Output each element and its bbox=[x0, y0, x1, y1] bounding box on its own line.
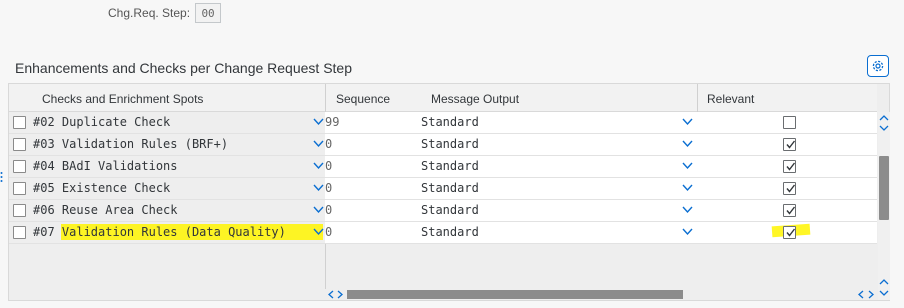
sequence-field[interactable]: 0 bbox=[325, 222, 418, 243]
spot-value: #04 BAdI Validations bbox=[33, 159, 178, 173]
relevant-cell bbox=[698, 178, 877, 199]
table-row[interactable]: #06 Reuse Area Check 0 Standard bbox=[9, 200, 877, 222]
message-output-select[interactable]: Standard bbox=[418, 156, 698, 177]
chevron-down-icon bbox=[313, 184, 324, 192]
vertical-scroll-thumb[interactable] bbox=[879, 156, 889, 220]
column-header-spots[interactable]: Checks and Enrichment Spots bbox=[42, 92, 203, 106]
change-request-step-label: Chg.Req. Step: bbox=[108, 6, 191, 20]
enhancements-table: Checks and Enrichment Spots Sequence Mes… bbox=[8, 83, 890, 301]
chevron-right-icon[interactable] bbox=[336, 290, 344, 299]
chevron-up-icon[interactable] bbox=[879, 114, 889, 122]
sequence-field[interactable]: 99 bbox=[325, 112, 418, 133]
message-output-value: Standard bbox=[421, 137, 479, 151]
relevant-checkbox[interactable] bbox=[783, 116, 796, 129]
message-output-value: Standard bbox=[421, 159, 479, 173]
spot-select[interactable]: #07 Validation Rules (Data Quality) bbox=[31, 222, 327, 243]
table-settings-button[interactable] bbox=[867, 55, 889, 77]
message-output-select[interactable]: Standard bbox=[418, 200, 698, 221]
relevant-cell bbox=[698, 156, 877, 177]
checkmark-icon bbox=[786, 184, 796, 193]
message-output-select[interactable]: Standard bbox=[418, 134, 698, 155]
sequence-field[interactable]: 0 bbox=[325, 178, 418, 199]
table-row[interactable]: #07 Validation Rules (Data Quality) 0 St… bbox=[9, 222, 877, 244]
message-output-select[interactable]: Standard bbox=[418, 178, 698, 199]
chevron-down-icon bbox=[313, 140, 324, 148]
chevron-down-icon bbox=[682, 118, 693, 126]
relevant-checkbox[interactable] bbox=[783, 182, 796, 195]
message-output-value: Standard bbox=[421, 181, 479, 195]
spot-value: #02 Duplicate Check bbox=[33, 115, 171, 129]
relevant-cell bbox=[698, 134, 877, 155]
chevron-left-icon[interactable] bbox=[857, 290, 865, 299]
sequence-field[interactable]: 0 bbox=[325, 200, 418, 221]
settings-gear-icon bbox=[872, 60, 884, 72]
checkmark-icon bbox=[786, 228, 796, 237]
relevant-checkbox[interactable] bbox=[783, 160, 796, 173]
chevron-down-icon bbox=[682, 162, 693, 170]
relevant-cell bbox=[698, 222, 877, 243]
relevant-cell bbox=[698, 112, 877, 133]
column-header-sequence[interactable]: Sequence bbox=[336, 92, 390, 106]
row-selector[interactable] bbox=[13, 116, 26, 129]
vertical-scrollbar[interactable] bbox=[878, 112, 890, 300]
column-header-message[interactable]: Message Output bbox=[431, 92, 519, 106]
spot-value: #07 Validation Rules (Data Quality) bbox=[33, 225, 286, 239]
spot-select[interactable]: #02 Duplicate Check bbox=[31, 112, 327, 133]
horizontal-scrollbar[interactable] bbox=[325, 289, 877, 299]
relevant-checkbox[interactable] bbox=[783, 204, 796, 217]
checkmark-icon bbox=[786, 140, 796, 149]
spot-select[interactable]: #06 Reuse Area Check bbox=[31, 200, 327, 221]
spot-select[interactable]: #04 BAdI Validations bbox=[31, 156, 327, 177]
chevron-down-icon bbox=[682, 184, 693, 192]
chevron-down-icon bbox=[682, 228, 693, 236]
row-selector[interactable] bbox=[13, 160, 26, 173]
message-output-value: Standard bbox=[421, 203, 479, 217]
chevron-down-icon bbox=[682, 140, 693, 148]
message-output-select[interactable]: Standard bbox=[418, 222, 698, 243]
column-header-relevant[interactable]: Relevant bbox=[707, 92, 754, 106]
chevron-right-icon[interactable] bbox=[867, 290, 875, 299]
table-row[interactable]: #04 BAdI Validations 0 Standard bbox=[9, 156, 877, 178]
spot-value: #06 Reuse Area Check bbox=[33, 203, 178, 217]
spot-select[interactable]: #03 Validation Rules (BRF+) bbox=[31, 134, 327, 155]
section-title: Enhancements and Checks per Change Reque… bbox=[15, 60, 352, 76]
message-output-value: Standard bbox=[421, 225, 479, 239]
message-output-value: Standard bbox=[421, 115, 479, 129]
sequence-field[interactable]: 0 bbox=[325, 134, 418, 155]
chevron-down-icon bbox=[313, 118, 324, 126]
spot-value: #05 Existence Check bbox=[33, 181, 171, 195]
chevron-down-icon bbox=[313, 206, 324, 214]
chevron-left-icon[interactable] bbox=[327, 290, 335, 299]
relevant-checkbox[interactable] bbox=[783, 226, 796, 239]
checkmark-icon bbox=[786, 206, 796, 215]
column-divider bbox=[697, 84, 698, 112]
message-output-select[interactable]: Standard bbox=[418, 112, 698, 133]
horizontal-scroll-thumb[interactable] bbox=[347, 290, 683, 299]
table-header: Checks and Enrichment Spots Sequence Mes… bbox=[9, 84, 877, 112]
chevron-down-icon[interactable] bbox=[879, 124, 889, 132]
relevant-cell bbox=[698, 200, 877, 221]
relevant-checkbox[interactable] bbox=[783, 138, 796, 151]
chevron-down-icon[interactable] bbox=[879, 289, 889, 297]
spot-value: #03 Validation Rules (BRF+) bbox=[33, 137, 229, 151]
table-row[interactable]: #02 Duplicate Check 99 Standard bbox=[9, 112, 877, 134]
chevron-down-icon bbox=[313, 228, 324, 236]
chevron-down-icon bbox=[313, 162, 324, 170]
chevron-down-icon bbox=[682, 206, 693, 214]
table-row[interactable]: #05 Existence Check 0 Standard bbox=[9, 178, 877, 200]
resize-handle[interactable] bbox=[0, 170, 3, 182]
sequence-field[interactable]: 0 bbox=[325, 156, 418, 177]
change-request-step-field[interactable]: 00 bbox=[195, 3, 222, 23]
change-request-step: Chg.Req. Step: 00 bbox=[108, 3, 222, 23]
checkmark-icon bbox=[786, 162, 796, 171]
table-row[interactable]: #03 Validation Rules (BRF+) 0 Standard bbox=[9, 134, 877, 156]
row-selector[interactable] bbox=[13, 226, 26, 239]
spot-select[interactable]: #05 Existence Check bbox=[31, 178, 327, 199]
row-selector[interactable] bbox=[13, 138, 26, 151]
row-selector[interactable] bbox=[13, 204, 26, 217]
row-selector[interactable] bbox=[13, 182, 26, 195]
chevron-up-icon[interactable] bbox=[879, 278, 889, 286]
